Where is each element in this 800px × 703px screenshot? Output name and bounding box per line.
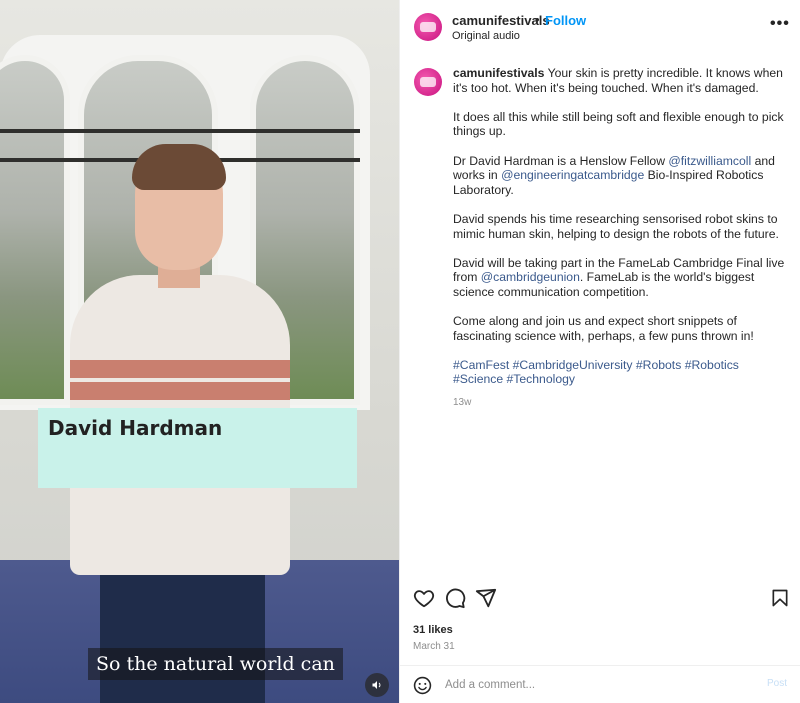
comment-bar: Post xyxy=(400,665,800,703)
save-button[interactable] xyxy=(766,583,794,613)
share-button[interactable] xyxy=(472,583,500,613)
post-date[interactable]: March 31 xyxy=(413,641,455,652)
caption-paragraph: camunifestivals Your skin is pretty incr… xyxy=(453,66,789,95)
video-frame xyxy=(0,0,399,703)
mute-button[interactable] xyxy=(365,673,389,697)
caption-paragraph: It does all this while still being soft … xyxy=(453,109,784,139)
likes-count[interactable]: 31 likes xyxy=(413,624,453,636)
post-header: camunifestivals • Follow Original audio … xyxy=(400,0,800,52)
caption-text-run: Dr David Hardman is a Henslow Fellow xyxy=(453,153,669,168)
more-options-icon[interactable]: ••• xyxy=(770,15,790,33)
action-bar xyxy=(400,583,800,619)
window-bar xyxy=(0,129,360,133)
caption-paragraph: David spends his time researching sensor… xyxy=(453,211,779,241)
comment-icon xyxy=(446,588,466,609)
hashtag-list: #CamFest #CambridgeUniversity #Robots #R… xyxy=(453,358,789,387)
caption-paragraph: Dr David Hardman is a Henslow Fellow @fi… xyxy=(453,154,789,198)
name-lower-third: David Hardman xyxy=(38,408,357,488)
avatar[interactable] xyxy=(414,68,442,96)
presenter-hair xyxy=(132,144,226,190)
hashtag-link[interactable]: #CamFest xyxy=(453,358,509,372)
emoji-icon xyxy=(413,676,432,695)
caption-paragraph: David will be taking part in the FameLab… xyxy=(453,256,789,300)
avatar[interactable] xyxy=(414,13,442,41)
comment-button[interactable] xyxy=(441,583,469,613)
sweater-stripe xyxy=(70,382,290,400)
heart-icon xyxy=(413,590,435,608)
share-icon xyxy=(475,588,497,608)
bookmark-icon xyxy=(772,589,788,607)
caption-text: camunifestivals Your skin is pretty incr… xyxy=(453,66,789,410)
presenter-legs xyxy=(100,560,265,703)
caption-username[interactable]: camunifestivals xyxy=(453,66,544,80)
emoji-button[interactable] xyxy=(413,676,432,700)
audio-label[interactable]: Original audio xyxy=(452,30,520,42)
hashtag-link[interactable]: #CambridgeUniversity xyxy=(513,358,633,372)
mention-link[interactable]: @fitzwilliamcoll xyxy=(668,154,751,168)
separator-dot: • xyxy=(535,12,540,27)
post-age: 13w xyxy=(453,396,472,408)
hashtag-link[interactable]: #Robotics xyxy=(685,358,739,372)
subtitle-caption: So the natural world can xyxy=(88,648,343,680)
follow-button[interactable]: Follow xyxy=(545,13,586,28)
like-button[interactable] xyxy=(410,583,438,613)
post-comment-button[interactable]: Post xyxy=(767,678,787,689)
presenter-name: David Hardman xyxy=(48,416,223,440)
post-panel: camunifestivals • Follow Original audio … xyxy=(399,0,800,703)
comment-input[interactable] xyxy=(445,675,745,695)
logo-mark xyxy=(420,77,436,87)
hashtag-link[interactable]: #Science xyxy=(453,372,503,386)
logo-mark xyxy=(420,22,436,32)
volume-icon xyxy=(372,681,381,689)
caption-paragraph: Come along and join us and expect short … xyxy=(453,314,754,343)
mention-link[interactable]: @engineeringatcambridge xyxy=(501,168,644,182)
hashtag-link[interactable]: #Technology xyxy=(507,372,575,386)
mention-link[interactable]: @cambridgeunion xyxy=(481,270,580,284)
reel-video[interactable]: David Hardman So the natural world can xyxy=(0,0,399,703)
sweater-stripe xyxy=(70,360,290,378)
hashtag-link[interactable]: #Robots xyxy=(636,358,681,372)
